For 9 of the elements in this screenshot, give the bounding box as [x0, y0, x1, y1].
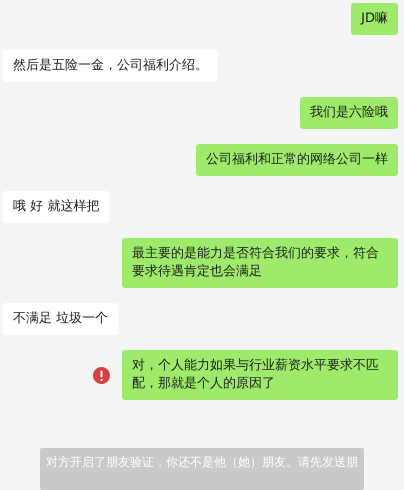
message-bubble: 然后是五险一金，公司福利介绍。	[3, 50, 218, 82]
message-bubble: JD嘛	[351, 3, 398, 35]
message-bubble: 最主要的是能力是否符合我们的要求，符合要求待遇肯定也会满足	[122, 238, 398, 288]
message-bubble: 哦 好 就这样把	[3, 191, 110, 223]
message-bubble: 不满足 垃圾一个	[3, 303, 118, 335]
error-icon[interactable]	[93, 366, 110, 384]
message-bubble: 对，个人能力如果与行业薪资水平要求不匹配，那就是个人的原因了	[122, 350, 398, 400]
message-bubble: 我们是六险哦	[300, 97, 398, 129]
message-bubble: 公司福利和正常的网络公司一样	[196, 144, 398, 176]
